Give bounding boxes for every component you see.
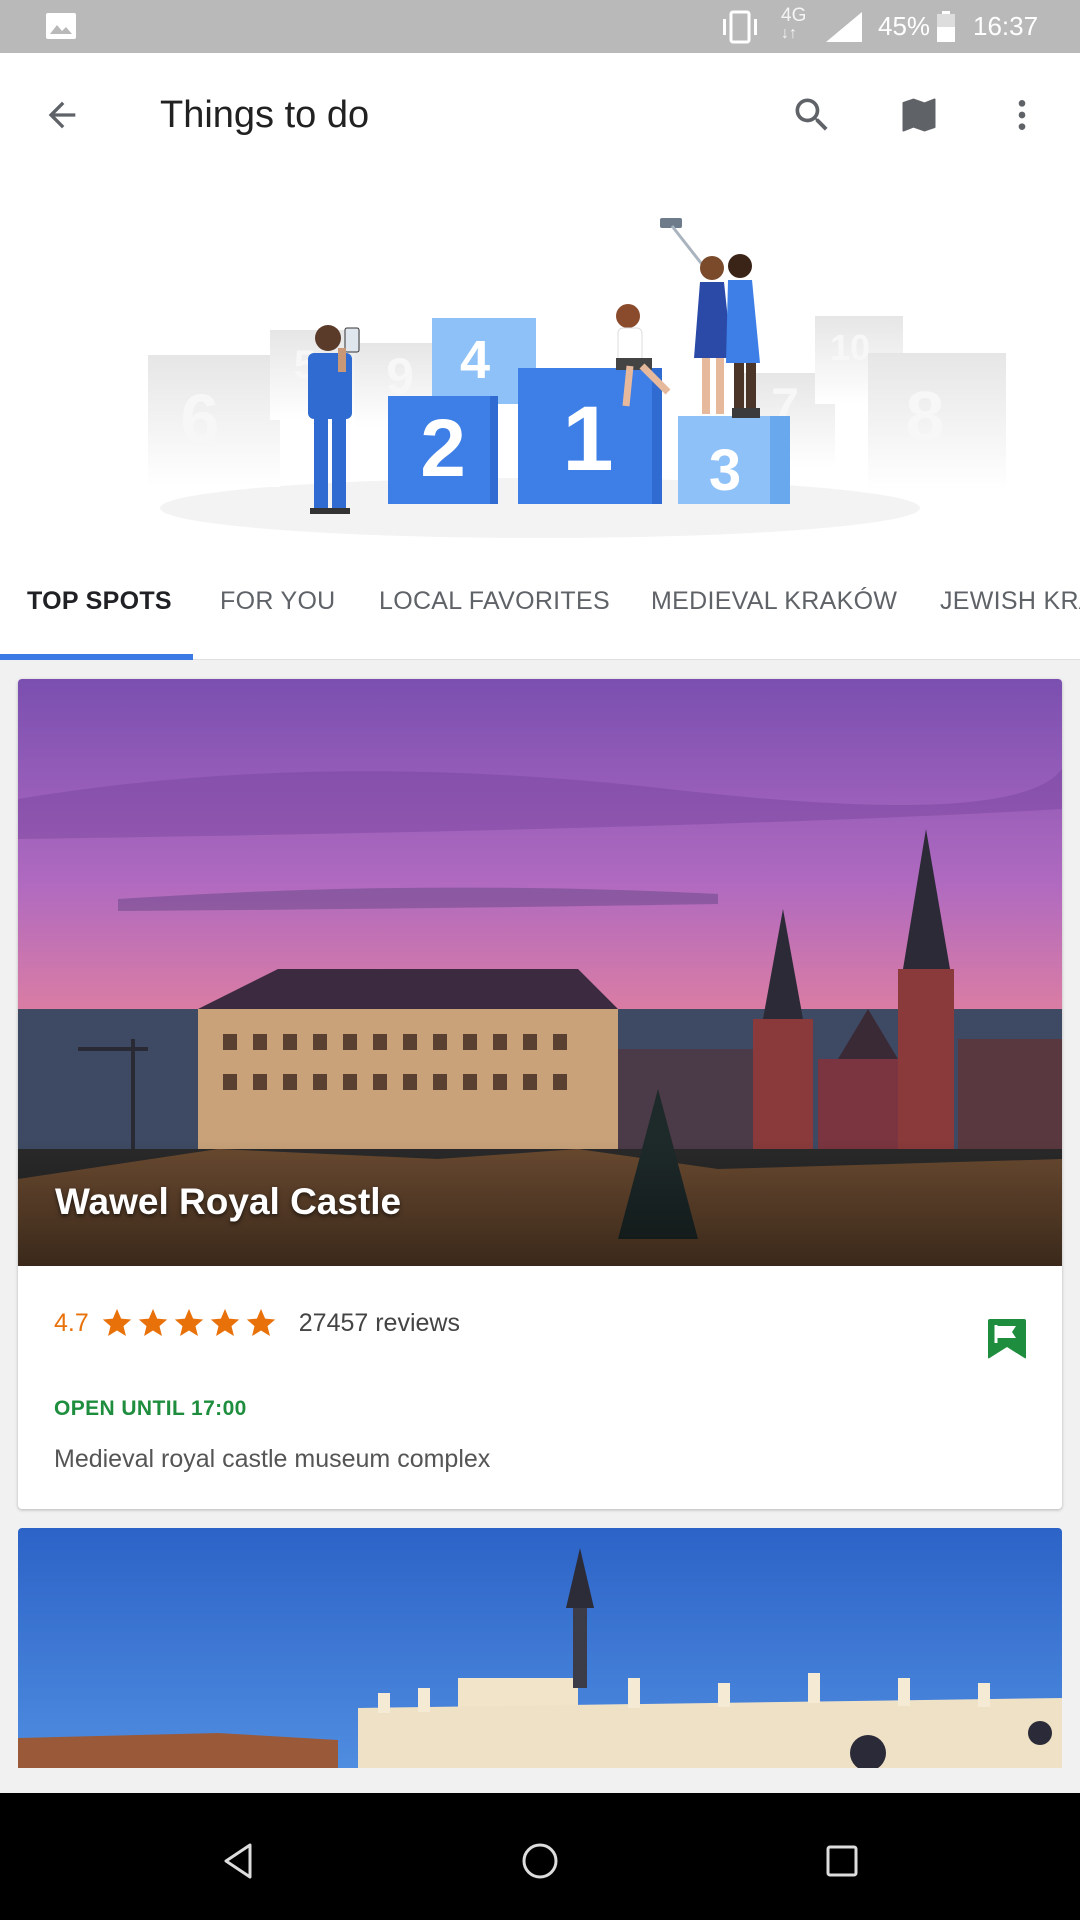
podium-number-2: 2	[420, 403, 466, 494]
battery-icon	[937, 11, 955, 42]
app-bar: Things to do	[0, 53, 1080, 178]
place-photo-next[interactable]	[18, 1528, 1062, 1768]
gallery-notification-icon	[46, 13, 76, 39]
nav-home-icon[interactable]	[510, 1831, 570, 1891]
vibrate-icon	[723, 10, 757, 44]
tab-jewish-krakow[interactable]: JEWISH KRA	[940, 558, 1080, 659]
rating-value: 4.7	[54, 1308, 89, 1337]
tab-for-you[interactable]: FOR YOU	[220, 558, 336, 659]
rating-stars	[99, 1306, 279, 1340]
battery-percent: 45%	[878, 11, 931, 41]
place-description: Medieval royal castle museum complex	[54, 1445, 491, 1473]
map-button[interactable]	[889, 85, 949, 145]
opening-status: OPEN UNTIL 17:00	[54, 1397, 247, 1420]
tab-local-favorites[interactable]: LOCAL FAVORITES	[379, 558, 610, 659]
active-tab-indicator	[0, 654, 193, 660]
nav-back-icon[interactable]	[208, 1831, 268, 1891]
more-vert-icon	[1018, 100, 1026, 130]
search-button[interactable]	[782, 85, 842, 145]
data-activity-icon: ↓↑	[781, 25, 797, 42]
podium-illustration: 6 5 9 7 10 8 4 2 1 3	[148, 218, 1006, 538]
system-navigation-bar	[0, 1793, 1080, 1920]
signal-icon	[826, 12, 862, 42]
podium-number-4: 4	[460, 330, 490, 390]
status-bar: 4G ↓↑ 45% 16:37	[0, 0, 1080, 53]
place-card-next[interactable]	[18, 1528, 1062, 1768]
back-arrow-icon	[48, 101, 76, 129]
search-icon	[795, 98, 828, 131]
star-icon	[102, 1308, 131, 1337]
screen: 4G ↓↑ 45% 16:37 Things to do 6 5 9 7 10 …	[0, 0, 1080, 1920]
clock: 16:37	[973, 11, 1039, 41]
star-icon	[174, 1308, 203, 1337]
bg-number-8: 8	[906, 377, 945, 455]
tab-medieval-krakow[interactable]: MEDIEVAL KRAKÓW	[651, 558, 897, 659]
star-icon	[138, 1308, 167, 1337]
star-icon	[210, 1308, 239, 1337]
hero-illustration: 6 5 9 7 10 8 4 2 1 3	[0, 178, 1080, 558]
review-count[interactable]: 27457 reviews	[299, 1309, 460, 1338]
bg-number-9: 9	[386, 348, 414, 404]
place-card[interactable]: Wawel Royal Castle 4.7 27457 reviews OPE…	[18, 679, 1062, 1509]
flag-icon	[988, 1319, 1026, 1359]
star-icon	[246, 1308, 275, 1337]
save-place-button[interactable]	[978, 1309, 1038, 1369]
network-type: 4G	[781, 5, 807, 26]
place-title[interactable]: Wawel Royal Castle	[55, 1181, 401, 1223]
nav-recents-icon[interactable]	[812, 1831, 872, 1891]
tab-top-spots[interactable]: TOP SPOTS	[27, 558, 172, 659]
more-options-button[interactable]	[992, 85, 1052, 145]
back-button[interactable]	[32, 85, 92, 145]
map-icon	[902, 98, 936, 132]
bg-number-6: 6	[181, 380, 220, 458]
podium-number-3: 3	[709, 438, 741, 503]
rating-row: 4.7 27457 reviews	[54, 1303, 460, 1343]
category-tabs: TOP SPOTS FOR YOU LOCAL FAVORITES MEDIEV…	[0, 558, 1080, 660]
page-title: Things to do	[160, 94, 370, 136]
bg-number-10: 10	[830, 327, 870, 368]
place-photo[interactable]	[18, 679, 1062, 1266]
podium-number-1: 1	[562, 388, 613, 490]
